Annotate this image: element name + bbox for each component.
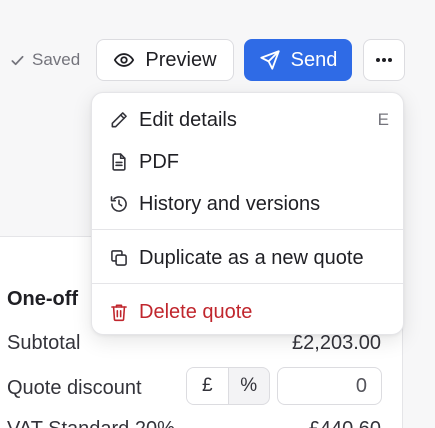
- document-icon: [109, 152, 129, 172]
- send-label: Send: [290, 48, 338, 71]
- paper-plane-icon: [259, 49, 281, 71]
- subtotal-label: Subtotal: [7, 332, 81, 354]
- discount-label: Quote discount: [7, 377, 142, 399]
- menu-item-label: PDF: [139, 150, 179, 173]
- saved-status: Saved: [10, 50, 80, 70]
- saved-label: Saved: [32, 50, 81, 69]
- menu-item-history-and-versions[interactable]: History and versions: [92, 185, 405, 223]
- toolbar: Saved Preview Send: [0, 0, 435, 88]
- more-actions-menu: Edit details E PDF History and versions: [91, 92, 405, 335]
- check-icon: [10, 53, 25, 68]
- discount-mode-currency[interactable]: £: [187, 368, 229, 404]
- preview-button[interactable]: Preview: [96, 39, 234, 81]
- preview-label: Preview: [145, 48, 217, 71]
- discount-mode-toggle: £ %: [186, 367, 270, 405]
- menu-item-label: Edit details: [139, 108, 237, 131]
- vat-label: VAT Standard 20%: [7, 418, 175, 428]
- menu-divider: [92, 283, 405, 284]
- history-icon: [109, 194, 129, 214]
- ellipsis-icon: [375, 57, 393, 63]
- menu-item-pdf[interactable]: PDF: [92, 143, 405, 181]
- pencil-icon: [109, 110, 129, 130]
- send-button[interactable]: Send: [244, 39, 352, 81]
- discount-input[interactable]: 0: [277, 367, 382, 405]
- eye-icon: [113, 49, 135, 71]
- trash-icon: [109, 302, 129, 322]
- menu-item-edit-details[interactable]: Edit details E: [92, 101, 405, 139]
- more-actions-button[interactable]: [363, 39, 405, 81]
- vat-value: £440.60: [309, 418, 381, 428]
- menu-item-label: Duplicate as a new quote: [139, 246, 364, 269]
- menu-item-label: Delete quote: [139, 300, 253, 323]
- keyboard-shortcut: E: [377, 110, 389, 129]
- section-title: One-off: [7, 288, 79, 310]
- menu-item-delete-quote[interactable]: Delete quote: [92, 293, 405, 331]
- menu-divider: [92, 229, 405, 230]
- discount-mode-percent[interactable]: %: [229, 368, 270, 404]
- menu-item-duplicate-quote[interactable]: Duplicate as a new quote: [92, 239, 405, 277]
- subtotal-value: £2,203.00: [292, 332, 381, 354]
- menu-item-label: History and versions: [139, 192, 321, 215]
- copy-icon: [109, 248, 129, 268]
